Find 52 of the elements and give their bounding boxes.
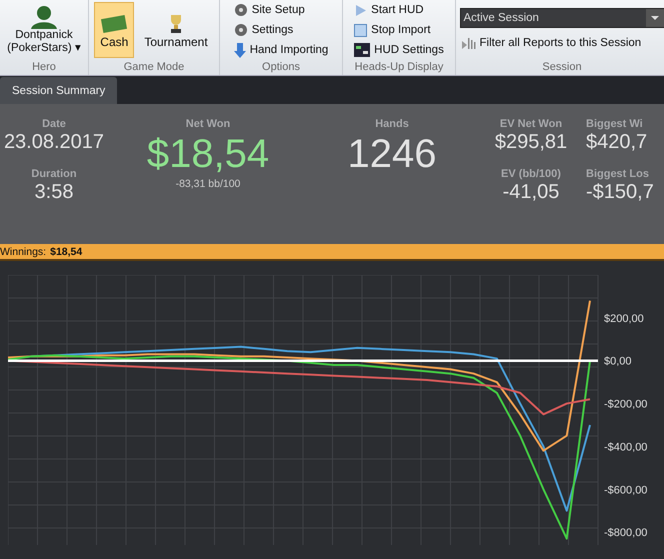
down-arrow-icon [234,42,246,58]
hud-icon [354,43,370,57]
stat-label: Biggest Wi [586,118,643,130]
stat-value: -41,05 [502,180,560,204]
hero-selector[interactable]: Dontpanick (PokerStars) ▾ [7,5,81,55]
stat-value: 3:58 [34,180,74,204]
play-icon [354,4,368,16]
hands-value: 1246 [348,131,436,178]
ribbon-button[interactable]: Start HUD [352,0,426,20]
ribbon-button[interactable]: HUD Settings [352,40,446,60]
gear-icon [234,23,248,37]
y-axis-label: -$200,00 [604,398,648,411]
y-axis-label: -$400,00 [604,441,648,454]
avatar-icon [29,5,59,29]
caret-icon [646,8,664,26]
y-axis-label: -$600,00 [604,484,648,496]
chart-icon [462,36,476,50]
stat-value: $420,7 [586,130,648,154]
game-mode-button[interactable]: Cash [94,2,134,58]
group-label: Options [261,60,301,75]
group-label: Heads-Up Display [354,60,444,75]
y-axis-label: $0,00 [604,356,632,368]
tab[interactable]: Session Summary [0,77,118,104]
winnings-label: Winnings: [0,246,46,258]
stat-label: Biggest Los [586,168,649,180]
money-icon [100,15,128,33]
stat-value: $295,81 [494,130,568,154]
stat-label: Date [42,118,66,130]
stat-label: Hands [375,118,409,130]
ribbon-button[interactable]: Settings [232,20,296,40]
stat-value: 23.08.2017 [4,130,104,154]
square-icon [354,24,368,36]
net-won-value: $18,54 [146,131,270,178]
group-label: Hero [31,60,57,75]
bb-per-100: -83,31 bb/100 [176,178,240,190]
session-dropdown[interactable]: Active Session [460,8,664,28]
stat-label: Duration [31,168,77,180]
ribbon-button[interactable]: Stop Import [352,20,433,40]
y-axis-label: -$800,00 [604,527,648,540]
stat-label: EV Net Won [500,118,562,130]
stat-value: -$150,7 [586,180,654,204]
ribbon-button[interactable]: Hand Importing [232,40,330,60]
game-mode-button[interactable]: Tournament [138,2,214,58]
gear-icon [234,3,248,17]
y-axis-label: $200,00 [604,312,644,325]
stat-label: Net Won [186,118,230,130]
group-label: Game Mode [122,60,186,75]
ribbon-button[interactable]: Site Setup [232,0,307,20]
group-label: Session [541,60,583,75]
filter-reports-button[interactable]: Filter all Reports to this Session [460,34,644,52]
stat-label: EV (bb/100) [501,168,561,180]
winnings-value: $18,54 [50,246,82,258]
